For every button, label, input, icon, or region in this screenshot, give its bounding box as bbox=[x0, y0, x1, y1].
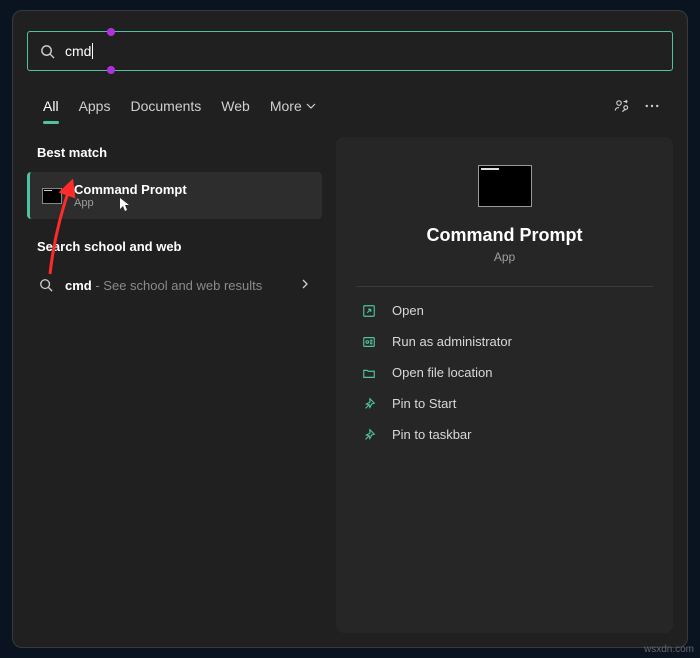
chevron-down-icon bbox=[306, 101, 316, 111]
command-prompt-icon bbox=[42, 188, 62, 204]
preview-pane: Command Prompt App Open Run as administr… bbox=[336, 137, 673, 633]
search-web-header: Search school and web bbox=[27, 231, 322, 262]
web-search-result[interactable]: cmd - See school and web results bbox=[27, 266, 322, 304]
search-box[interactable]: cmd bbox=[27, 31, 673, 71]
preview-subtitle: App bbox=[494, 250, 515, 264]
tab-more[interactable]: More bbox=[260, 92, 326, 120]
open-icon bbox=[360, 304, 378, 318]
pin-icon bbox=[360, 428, 378, 442]
chevron-right-icon bbox=[300, 276, 310, 294]
results-column: Best match Command Prompt App Search sch… bbox=[27, 137, 322, 633]
result-title: Command Prompt bbox=[74, 182, 187, 197]
web-hint: - See school and web results bbox=[92, 278, 263, 293]
action-open-location[interactable]: Open file location bbox=[356, 357, 653, 388]
more-options-icon[interactable] bbox=[637, 91, 667, 121]
action-pin-taskbar[interactable]: Pin to taskbar bbox=[356, 419, 653, 450]
tab-all[interactable]: All bbox=[33, 92, 69, 120]
divider bbox=[356, 286, 653, 287]
search-icon bbox=[40, 44, 55, 59]
search-icon bbox=[39, 278, 53, 292]
annotation-dot bbox=[107, 66, 115, 74]
action-open[interactable]: Open bbox=[356, 295, 653, 326]
start-search-panel: cmd All Apps Documents Web More Best mat… bbox=[12, 10, 688, 648]
account-switch-icon[interactable] bbox=[607, 91, 637, 121]
action-run-admin[interactable]: Run as administrator bbox=[356, 326, 653, 357]
filter-tabs: All Apps Documents Web More bbox=[27, 85, 673, 127]
mouse-cursor bbox=[120, 198, 130, 212]
command-prompt-icon-large bbox=[478, 165, 532, 207]
tab-documents[interactable]: Documents bbox=[120, 92, 211, 120]
tab-apps[interactable]: Apps bbox=[69, 92, 121, 120]
tab-web[interactable]: Web bbox=[211, 92, 260, 120]
preview-title: Command Prompt bbox=[426, 225, 582, 246]
watermark: wsxdn.com bbox=[644, 644, 694, 655]
search-query: cmd bbox=[65, 43, 93, 59]
annotation-dot bbox=[107, 28, 115, 36]
action-pin-start[interactable]: Pin to Start bbox=[356, 388, 653, 419]
best-match-header: Best match bbox=[27, 137, 322, 168]
folder-icon bbox=[360, 366, 378, 380]
web-term: cmd bbox=[65, 278, 92, 293]
result-subtitle: App bbox=[74, 197, 187, 209]
pin-icon bbox=[360, 397, 378, 411]
best-match-result[interactable]: Command Prompt App bbox=[27, 172, 322, 219]
shield-icon bbox=[360, 335, 378, 349]
